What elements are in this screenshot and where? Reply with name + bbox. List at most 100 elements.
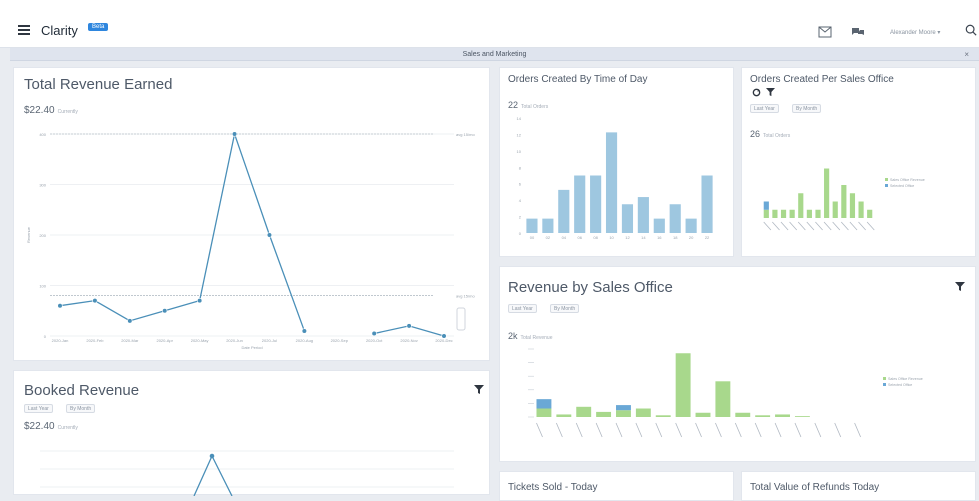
app-brand[interactable]: Clarity <box>41 23 78 38</box>
bar <box>536 399 552 409</box>
legend-label: Selected Office <box>888 383 912 387</box>
bar <box>616 410 631 417</box>
chat-icon[interactable] <box>851 26 865 38</box>
user-menu[interactable]: Alexander Moore ▾ <box>890 29 940 36</box>
x-tick-label-line <box>858 221 866 231</box>
x-tick-label: 00 <box>530 235 535 240</box>
x-tick-label-line <box>832 221 841 231</box>
x-tick-label-line <box>834 422 842 438</box>
legend-label: Sales Office Revenue <box>890 178 925 182</box>
bar <box>806 209 812 218</box>
x-tick-label-line <box>866 221 875 231</box>
x-tick-label: 06 <box>577 235 582 240</box>
bar <box>590 175 602 233</box>
panel-revenue-office: Revenue by Sales Office Last Year By Mon… <box>499 266 976 462</box>
bar <box>789 209 795 218</box>
reference-label: avg 15/mo <box>456 132 475 137</box>
x-tick-label-line <box>774 422 782 438</box>
bar <box>655 415 671 417</box>
data-point <box>57 303 63 309</box>
bar <box>849 193 856 218</box>
x-tick-label: 04 <box>562 235 567 240</box>
x-tick-label-line <box>536 422 543 438</box>
bar <box>841 185 847 218</box>
y-tick-label: 12 <box>517 132 522 137</box>
bar <box>526 218 538 233</box>
bar <box>824 168 830 218</box>
x-tick-label: 10 <box>609 235 614 240</box>
panel-orders-office: Orders Created Per Sales Office Last Yea… <box>741 67 976 257</box>
legend-swatch <box>885 184 888 187</box>
x-tick-label-line <box>734 422 742 438</box>
legend-swatch <box>883 377 886 380</box>
x-tick-label-line <box>715 422 722 438</box>
bar <box>556 414 572 417</box>
bar <box>735 412 751 417</box>
bar <box>772 209 778 218</box>
bar <box>605 132 618 233</box>
panel-total-revenue: Total Revenue Earned $22.40 Currently 0 10… <box>13 67 490 361</box>
section-title: Sales and Marketing <box>462 51 527 58</box>
user-name: Alexander Moore <box>890 30 936 36</box>
bar <box>763 209 769 218</box>
x-tick-label-line <box>695 422 702 438</box>
bar <box>558 189 570 233</box>
close-icon[interactable]: × <box>964 48 969 61</box>
x-tick-label: 2020-May <box>191 338 209 343</box>
x-tick-label-line <box>854 422 861 438</box>
y-tick-label: 14 <box>517 116 522 121</box>
legend-swatch <box>883 383 886 386</box>
y-tick-label: 4 <box>519 198 522 203</box>
mail-icon[interactable] <box>818 26 832 38</box>
x-tick-label-line <box>814 422 822 438</box>
x-tick-label-line <box>772 221 780 231</box>
x-tick-label-line <box>754 422 762 438</box>
x-tick-label: 2020-Dec <box>435 338 452 343</box>
bar <box>715 381 731 417</box>
x-tick-label: 2020-Aug <box>296 338 313 343</box>
x-tick-label: 2020-Jun <box>226 338 243 343</box>
x-tick-label-line <box>815 221 823 231</box>
bar <box>685 218 697 233</box>
orders-office-chart: Sales Office Revenue Selected Office <box>763 168 925 231</box>
x-tick-label-line <box>635 422 643 438</box>
booked-revenue-chart <box>40 450 454 496</box>
bar <box>858 201 864 218</box>
bar <box>574 175 586 233</box>
panel-booked-revenue: Booked Revenue Last Year By Month $22.40… <box>13 370 490 496</box>
x-tick-label-line <box>806 221 815 231</box>
menu-icon[interactable] <box>18 25 30 35</box>
x-tick-label-line <box>840 221 849 231</box>
x-tick-label: 2020-Jul <box>262 338 277 343</box>
data-point <box>92 298 98 304</box>
y-tick-label: 0 <box>519 231 522 236</box>
x-tick-label-line <box>780 221 789 231</box>
x-tick-label: 2020-Sep <box>331 338 349 343</box>
x-tick-label-line <box>615 422 623 438</box>
y-tick-label: 100 <box>39 284 46 289</box>
x-tick-label: 2020-Feb <box>86 338 104 343</box>
bar <box>675 353 691 417</box>
panel-title: Tickets Sold - Today <box>508 482 598 493</box>
x-tick-label-line <box>794 422 802 438</box>
bar <box>780 209 787 218</box>
x-tick-label-line <box>555 422 563 438</box>
search-icon[interactable] <box>964 24 978 36</box>
y-tick-label: 300 <box>39 183 46 188</box>
x-tick-label: 22 <box>705 235 710 240</box>
data-point <box>266 232 273 238</box>
x-tick-label: 2020-Oct <box>366 338 383 343</box>
bar <box>695 412 711 417</box>
bar <box>701 175 713 233</box>
data-point <box>301 328 307 334</box>
beta-badge: Beta <box>88 23 109 31</box>
revenue-office-chart: Sales Office Revenue Selected Office <box>528 348 923 438</box>
data-point <box>406 323 412 329</box>
bar <box>536 408 552 417</box>
scroll-handle <box>456 307 466 331</box>
legend-swatch <box>885 178 888 181</box>
series-line <box>193 454 233 496</box>
panel-refunds: Total Value of Refunds Today <box>741 471 976 501</box>
bar <box>616 405 631 411</box>
bar <box>596 411 612 417</box>
